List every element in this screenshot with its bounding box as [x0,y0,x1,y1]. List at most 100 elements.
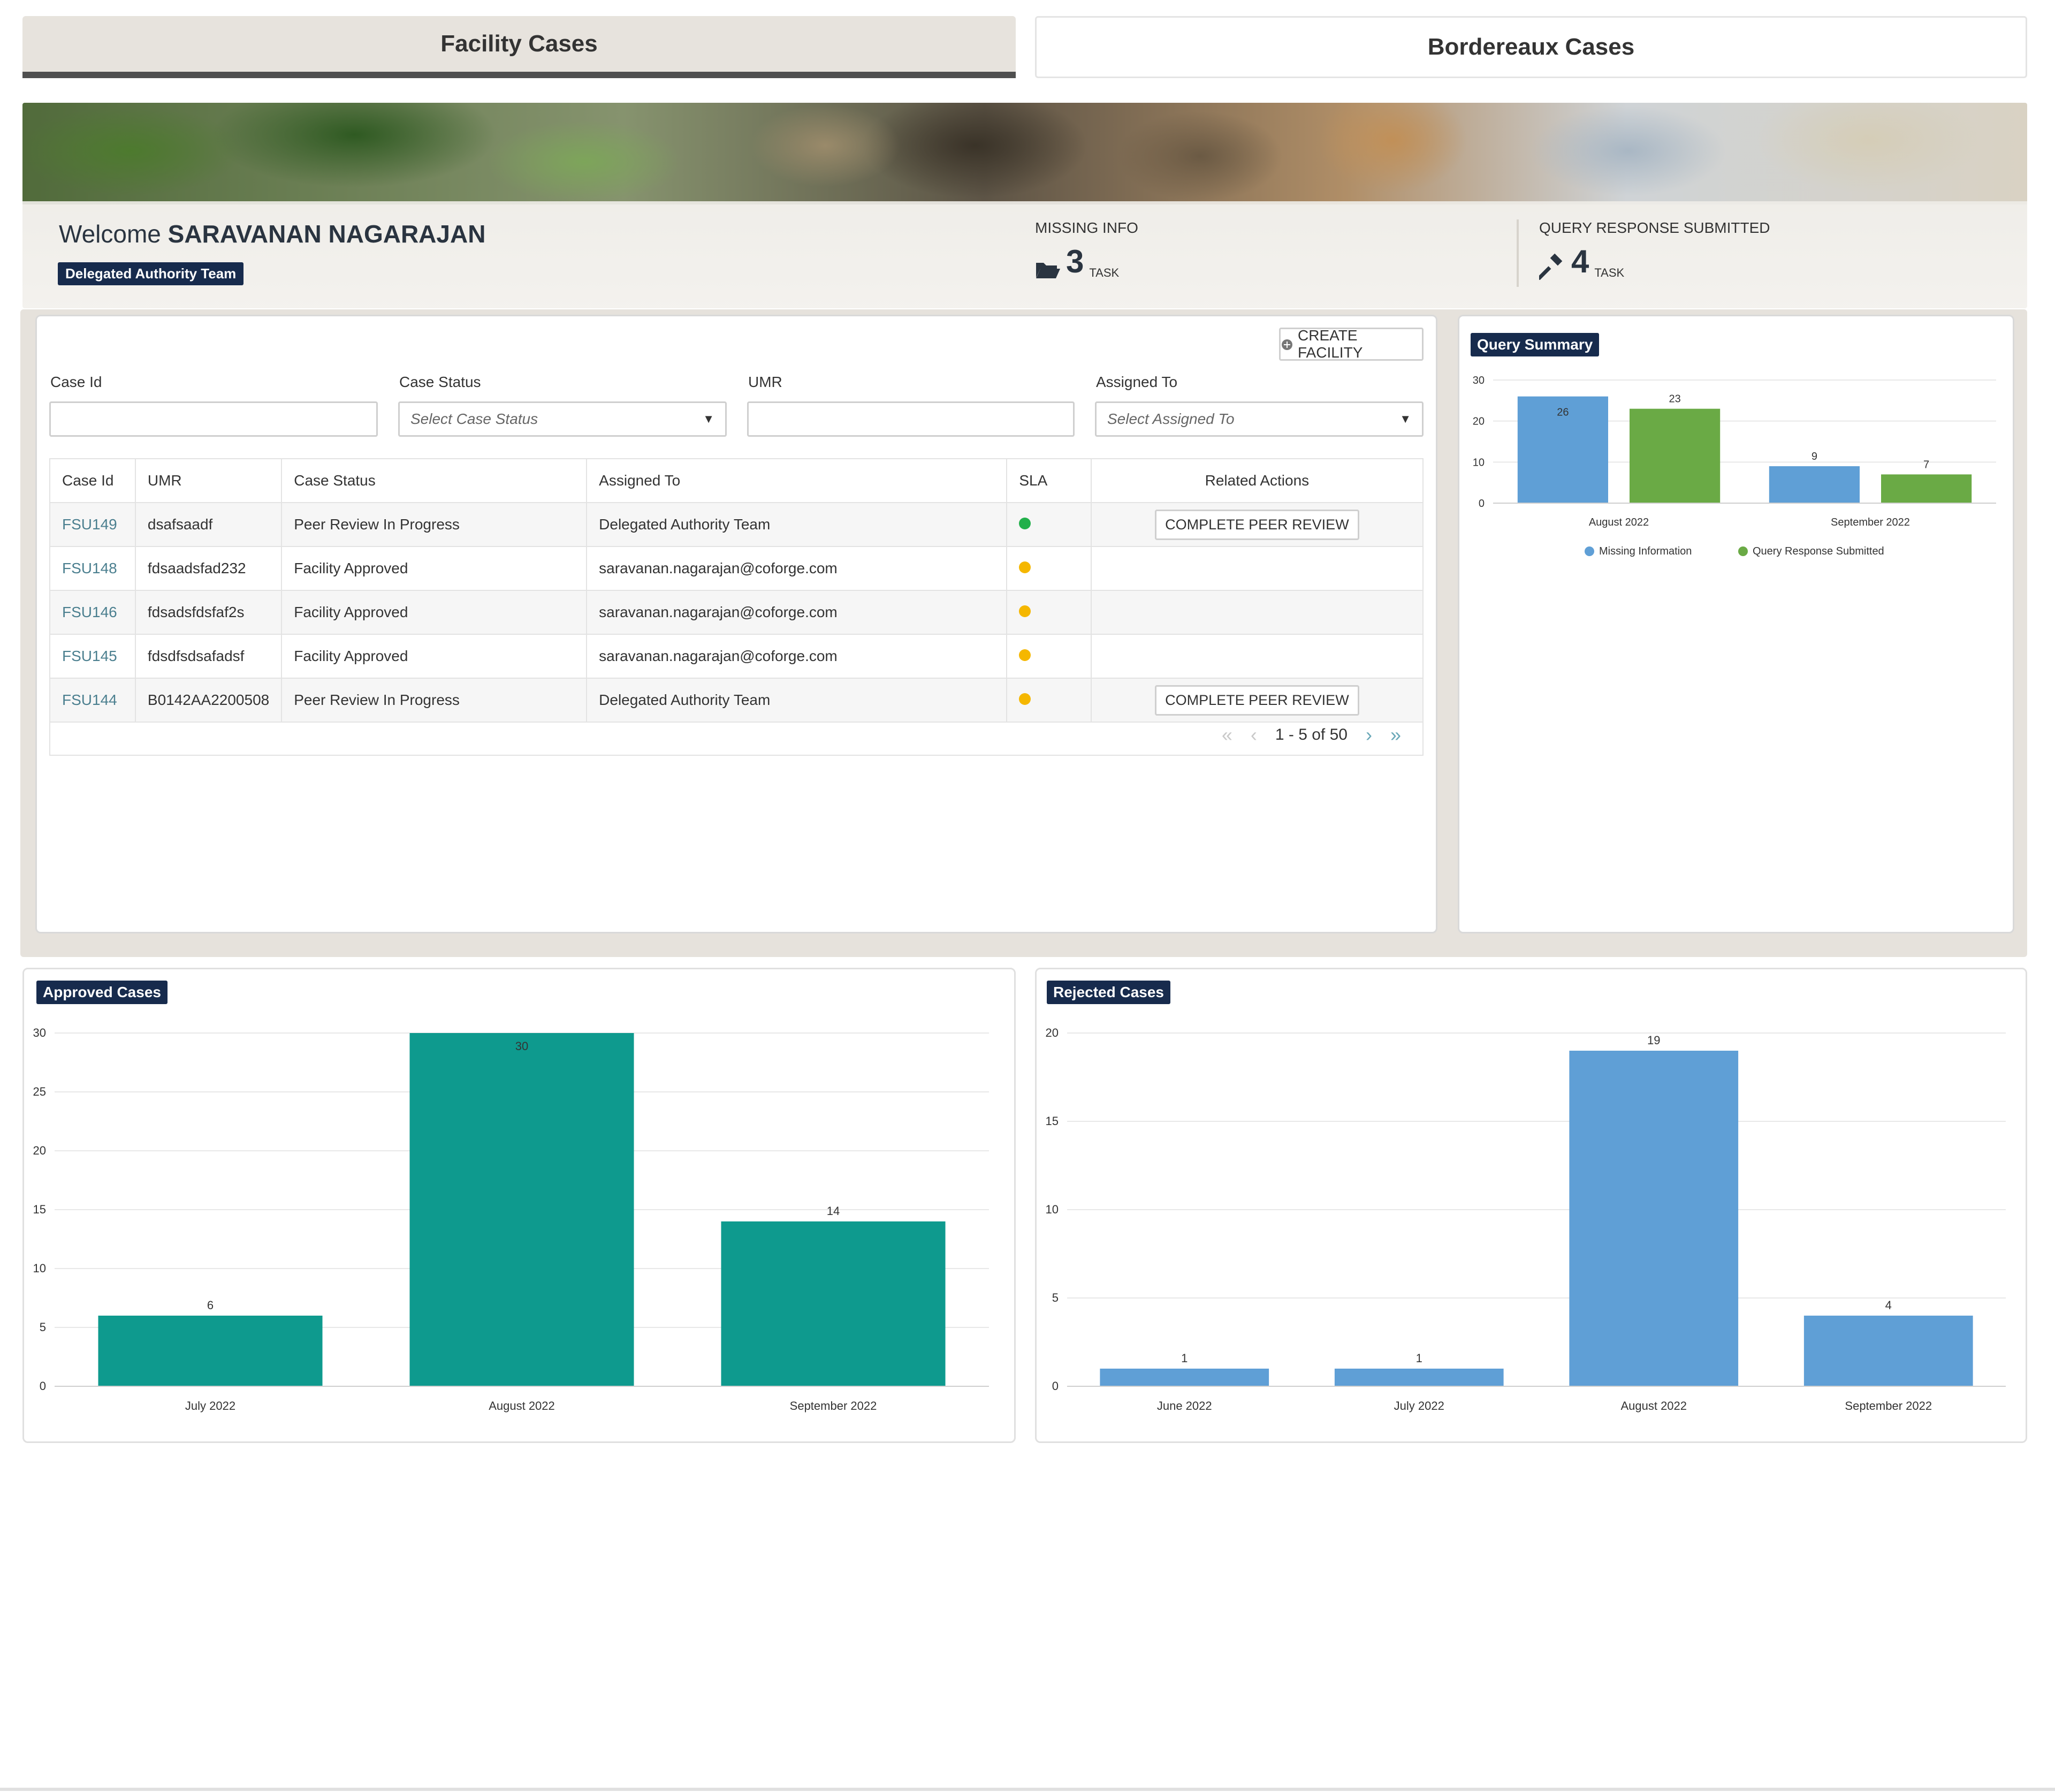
first-page-icon[interactable]: « [1222,724,1232,746]
assigned-to-label: Assigned To [1096,374,1178,390]
table-row: FSU148 fdsaadsfad232 Facility Approved s… [49,546,1424,591]
y-tick-label: 0 [40,1379,46,1393]
x-tick-label: August 2022 [1620,1399,1687,1413]
approved-cases-chart: 0 5 10 15 20 25 30 6 July 2022 30 August 2022 14 Sep… [33,1026,989,1413]
data-label: 23 [1669,393,1680,405]
kpi-divider [1517,219,1519,287]
y-tick-label: 5 [1052,1291,1059,1304]
tab-bordereaux-cases[interactable]: Bordereaux Cases [1035,16,2027,78]
y-tick-label: 20 [33,1144,46,1157]
action-cell: COMPLETE PEER REVIEW [1090,502,1424,547]
y-tick-label: 30 [33,1026,46,1039]
umr-cell: fdsaadsfad232 [134,546,283,591]
sla-cell [1006,590,1092,635]
welcome-prefix: Welcome [59,220,161,248]
assigned-to-select[interactable]: Select Assigned To ▼ [1095,401,1424,437]
x-tick-label: September 2022 [790,1399,877,1413]
column-header-assigned-to[interactable]: Assigned To [586,458,1008,503]
page-bottom-border [0,1788,2055,1791]
umr-cell: dsafsaadf [134,502,283,547]
umr-label: UMR [748,374,782,390]
case-id-input[interactable] [49,401,378,437]
case-id-link[interactable]: FSU148 [62,560,117,576]
bar [98,1316,323,1386]
hammer-icon [1537,253,1566,280]
data-label: 14 [827,1204,840,1218]
assigned-cell: saravanan.nagarajan@coforge.com [586,590,1008,635]
banner-overlay [22,201,2027,308]
table-row: FSU146 fdsadsfdsfaf2s Facility Approved … [49,590,1424,635]
case-id-link[interactable]: FSU146 [62,604,117,620]
approved-cases-title: Approved Cases [36,981,168,1004]
status-cell: Facility Approved [281,546,588,591]
bar [1334,1369,1504,1386]
legend-marker [1585,546,1594,556]
missing-info-label: MISSING INFO [1035,219,1138,236]
umr-cell: fdsadsfdsfaf2s [134,590,283,635]
folder-open-icon [1035,259,1061,280]
complete-peer-review-button[interactable]: COMPLETE PEER REVIEW [1155,685,1359,716]
column-header-sla[interactable]: SLA [1006,458,1092,503]
action-cell [1090,546,1424,591]
column-header-case-status[interactable]: Case Status [281,458,588,503]
rejected-cases-chart: 0 5 10 15 20 1 June 2022 1 July 2022 19 August 202… [1046,1026,2006,1413]
sla-cell [1006,546,1092,591]
query-summary-chart: 0 10 20 30 26 23 August 2022 9 7 September 2022 Mi… [1473,375,1996,557]
case-status-placeholder: Select Case Status [410,411,538,427]
last-page-icon[interactable]: » [1390,724,1401,746]
x-tick-label: September 2022 [1845,1399,1932,1413]
query-response-value: 4 [1571,244,1589,279]
bar [409,1033,634,1386]
welcome-banner: Welcome SARAVANAN NAGARAJAN Delegated Au… [22,103,2027,308]
sla-indicator [1019,605,1031,617]
table-row: FSU145 fdsdfsdsafadsf Facility Approved … [49,634,1424,679]
assigned-cell: Delegated Authority Team [586,502,1008,547]
prev-page-icon[interactable]: ‹ [1251,724,1257,746]
case-id-link[interactable]: FSU145 [62,648,117,664]
rejected-cases-title: Rejected Cases [1047,981,1171,1004]
chevron-down-icon: ▼ [703,412,714,426]
case-id-link[interactable]: FSU149 [62,516,117,533]
x-tick-label: July 2022 [1394,1399,1444,1413]
user-name: SARAVANAN NAGARAJAN [168,220,486,248]
assigned-cell: saravanan.nagarajan@coforge.com [586,546,1008,591]
x-tick-label: August 2022 [1589,517,1649,528]
bar [721,1221,946,1386]
data-label: 6 [207,1299,214,1312]
chevron-down-icon: ▼ [1399,412,1411,426]
column-header-umr[interactable]: UMR [134,458,283,503]
legend-label: Missing Information [1599,545,1692,557]
case-id-label: Case Id [50,374,102,390]
data-label: 19 [1647,1034,1660,1047]
welcome-text: Welcome SARAVANAN NAGARAJAN [59,219,485,248]
next-page-icon[interactable]: › [1366,724,1372,746]
data-label: 4 [1885,1299,1892,1312]
x-tick-label: June 2022 [1157,1399,1212,1413]
tab-facility-cases[interactable]: Facility Cases [22,16,1016,78]
y-tick-label: 10 [1473,457,1485,468]
cases-table: Case Id UMR Case Status Assigned To SLA … [49,458,1424,723]
case-id-link[interactable]: FSU144 [62,692,117,708]
y-tick-label: 20 [1473,416,1485,428]
status-cell: Facility Approved [281,590,588,635]
complete-peer-review-button[interactable]: COMPLETE PEER REVIEW [1155,509,1359,540]
sla-cell [1006,634,1092,679]
query-response-kpi[interactable]: 4 TASK [1537,243,1625,280]
sla-indicator [1019,561,1031,573]
missing-info-unit: TASK [1089,266,1120,279]
umr-input[interactable] [747,401,1075,437]
column-header-case-id[interactable]: Case Id [49,458,136,503]
assigned-to-placeholder: Select Assigned To [1107,411,1235,427]
query-response-unit: TASK [1594,266,1625,279]
sla-indicator [1019,693,1031,705]
case-status-select[interactable]: Select Case Status ▼ [398,401,727,437]
y-tick-label: 15 [33,1203,46,1216]
create-facility-button[interactable]: CREATE FACILITY [1279,327,1424,361]
y-tick-label: 30 [1473,375,1485,386]
umr-cell: fdsdfsdsafadsf [134,634,283,679]
missing-info-kpi[interactable]: 3 TASK [1035,243,1119,280]
create-facility-label: CREATE FACILITY [1298,327,1363,361]
y-tick-label: 10 [33,1262,46,1275]
team-badge: Delegated Authority Team [58,262,244,285]
bar [1803,1316,1973,1386]
